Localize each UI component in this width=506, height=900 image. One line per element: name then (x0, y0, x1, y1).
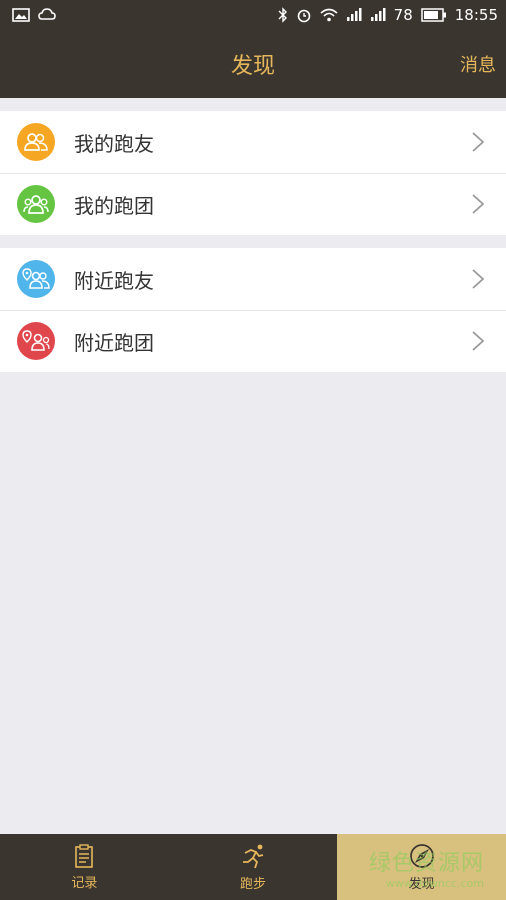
list-group-nearby: 附近跑友 附近跑团 (0, 248, 506, 372)
group-icon (17, 185, 55, 223)
page-title: 发现 (230, 54, 275, 79)
clipboard-icon (75, 843, 94, 868)
battery-icon (421, 8, 446, 22)
compass-icon (409, 843, 434, 868)
chevron-right-icon (472, 194, 484, 214)
list-item-label: 附近跑团 (74, 330, 154, 355)
tab-running[interactable]: 跑步 (169, 834, 338, 900)
nearby-group-icon (17, 322, 55, 360)
list-item-label: 附近跑友 (74, 268, 154, 293)
list-item-label: 我的跑友 (74, 131, 154, 156)
list-group-mine: 我的跑友 我的跑团 (0, 111, 506, 235)
list-item-my-runners[interactable]: 我的跑友 (0, 111, 506, 173)
wifi-icon (320, 8, 338, 22)
image-notification-icon (12, 8, 30, 22)
battery-level: 78 (393, 6, 413, 24)
status-bar: 78 18:55 (0, 0, 506, 30)
list-item-label: 我的跑团 (74, 193, 154, 218)
status-left (12, 8, 56, 22)
alarm-icon (297, 9, 310, 23)
header: 发现 消息 (0, 30, 506, 98)
tab-label: 记录 (71, 875, 98, 891)
tab-records[interactable]: 记录 (0, 834, 169, 900)
status-right: 78 18:55 (278, 6, 498, 24)
chevron-right-icon (472, 269, 484, 289)
messages-button[interactable]: 消息 (460, 51, 496, 77)
list-item-nearby-runners[interactable]: 附近跑友 (0, 248, 506, 310)
cloud-notification-icon (38, 8, 56, 20)
list-item-nearby-teams[interactable]: 附近跑团 (0, 310, 506, 372)
chevron-right-icon (472, 331, 484, 351)
clock: 18:55 (454, 6, 498, 24)
friends-icon (17, 123, 55, 161)
signal-icon-2 (370, 8, 386, 21)
tab-label: 跑步 (240, 876, 267, 892)
nearby-friends-icon (17, 260, 55, 298)
tab-label: 发现 (408, 876, 435, 892)
bluetooth-icon (278, 7, 287, 23)
list-item-my-teams[interactable]: 我的跑团 (0, 173, 506, 235)
chevron-right-icon (472, 132, 484, 152)
tab-discover[interactable]: 发现 (337, 834, 506, 900)
runner-icon (243, 844, 264, 868)
bottom-tab-bar: 记录 跑步 发现 (0, 834, 506, 900)
signal-icon (346, 8, 362, 21)
